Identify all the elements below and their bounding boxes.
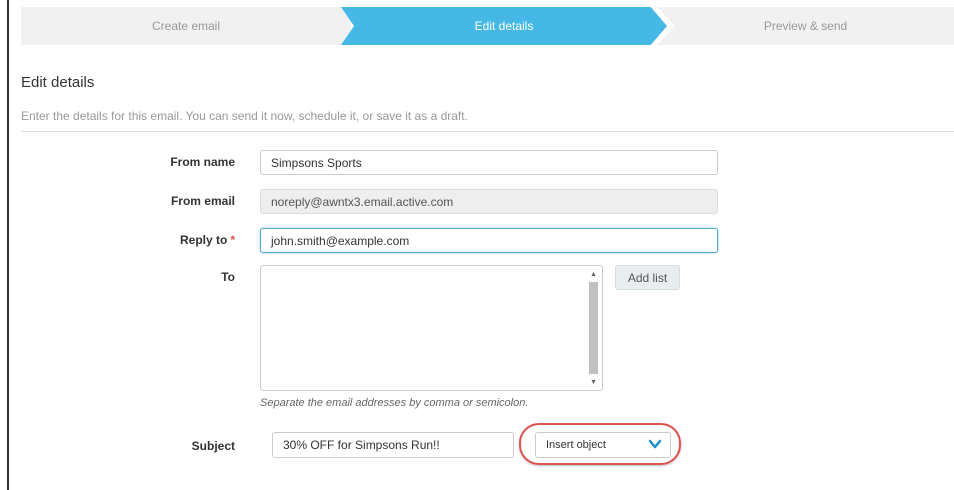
scroll-thumb[interactable] — [589, 282, 598, 374]
scroll-down-arrow-icon[interactable]: ▼ — [587, 376, 600, 388]
from-email-label: From email — [170, 194, 235, 208]
reply-to-label-text: Reply to — [179, 233, 228, 247]
subject-input[interactable]: 30% OFF for Simpsons Run!! — [272, 432, 514, 458]
from-name-input[interactable]: Simpsons Sports — [260, 150, 718, 175]
step-create-email[interactable]: Create email — [21, 7, 351, 45]
step-label: Preview & send — [763, 19, 848, 33]
step-label: Edit details — [474, 19, 534, 33]
left-border — [7, 0, 9, 490]
add-list-button[interactable]: Add list — [615, 265, 680, 290]
scroll-up-arrow-icon[interactable]: ▲ — [587, 268, 600, 280]
subject-label: Subject — [191, 439, 235, 453]
section-divider — [21, 131, 954, 132]
required-marker: * — [230, 233, 235, 247]
to-textarea[interactable]: ▲ ▼ — [260, 265, 603, 391]
to-label: To — [221, 270, 235, 284]
to-help-text: Separate the email addresses by comma or… — [260, 397, 529, 409]
reply-to-label: Reply to * — [15, 233, 235, 247]
page-title: Edit details — [21, 74, 95, 91]
page-subtitle: Enter the details for this email. You ca… — [21, 109, 468, 123]
wizard-steps: Create email Preview & send Edit details — [21, 7, 954, 45]
step-edit-details-active[interactable]: Edit details — [341, 7, 667, 45]
step-label: Create email — [151, 19, 221, 33]
highlight-annotation — [519, 423, 681, 465]
from-email-input: noreply@awntx3.email.active.com — [260, 189, 718, 214]
reply-to-input[interactable]: john.smith@example.com — [260, 228, 718, 253]
step-preview-send[interactable]: Preview & send — [657, 7, 954, 45]
to-scrollbar[interactable]: ▲ ▼ — [587, 268, 600, 388]
from-name-label: From name — [170, 155, 235, 169]
